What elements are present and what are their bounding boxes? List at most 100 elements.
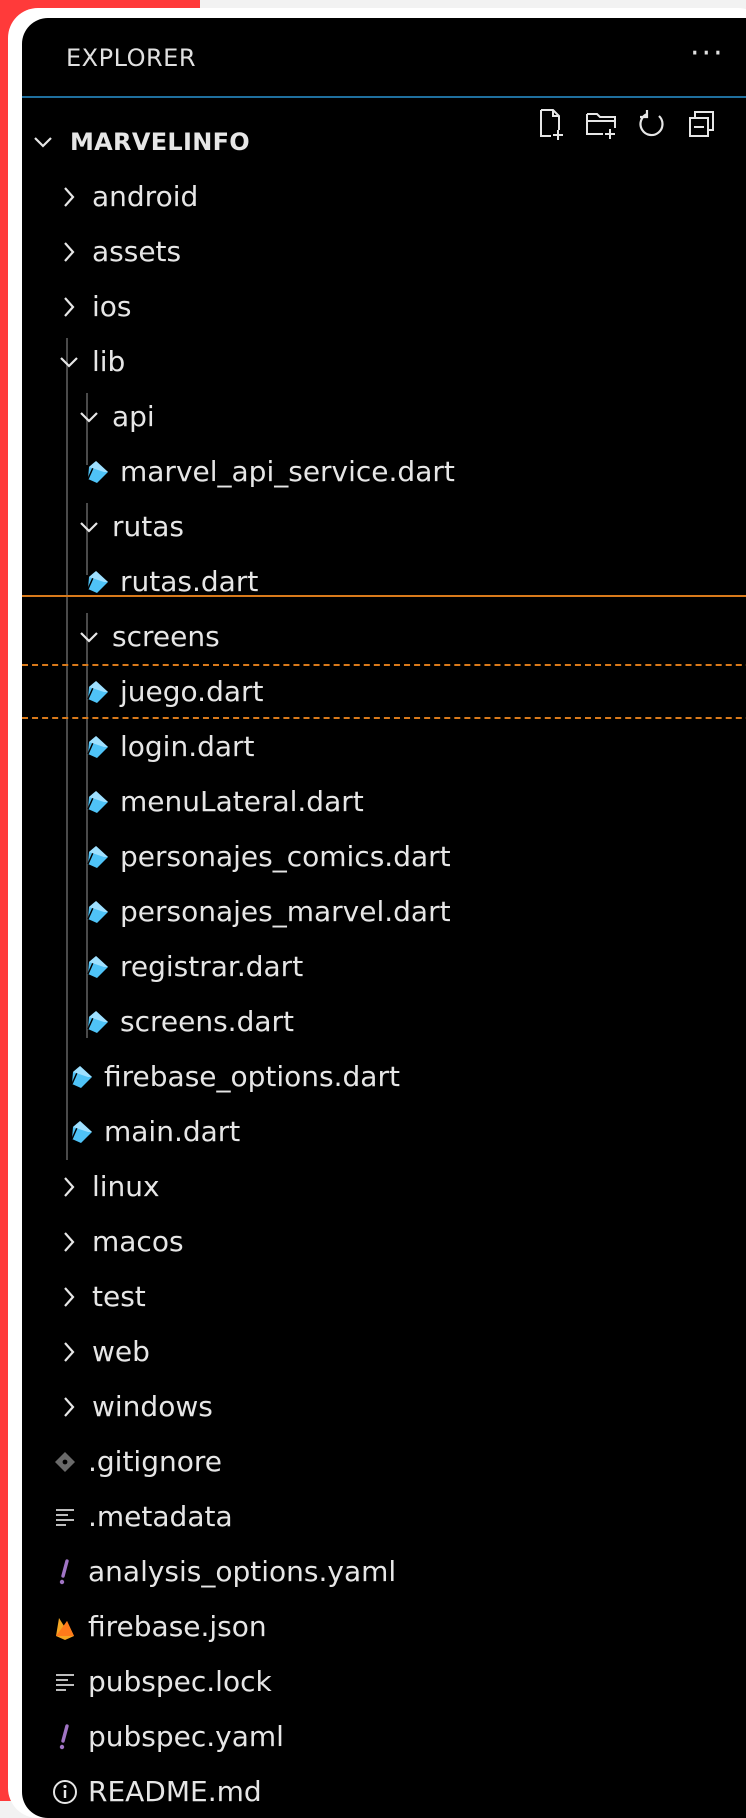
new-folder-icon[interactable] <box>584 106 620 142</box>
file-label: firebase_options.dart <box>104 1060 400 1093</box>
git-file-icon <box>52 1449 78 1475</box>
chevron-down-icon <box>76 624 102 650</box>
chevron-right-icon <box>56 1339 82 1365</box>
root-folder-label: MARVELINFO <box>70 127 251 156</box>
file-row[interactable]: .gitignore <box>22 1434 746 1489</box>
file-label: registrar.dart <box>120 950 304 983</box>
dart-file-icon <box>84 789 110 815</box>
explorer-title: EXPLORER <box>66 44 196 72</box>
chevron-down-icon <box>30 129 56 155</box>
more-actions-button[interactable]: ··· <box>690 36 725 71</box>
folder-row[interactable]: lib <box>22 334 746 389</box>
file-row[interactable]: screens.dart <box>22 994 746 1049</box>
folder-row[interactable]: assets <box>22 224 746 279</box>
dart-file-icon <box>68 1119 94 1145</box>
chevron-right-icon <box>56 1174 82 1200</box>
folder-label: macos <box>92 1225 184 1258</box>
explorer-panel: EXPLORER ··· MARVELINFO android assets ios… <box>22 18 746 1818</box>
file-label: README.md <box>88 1775 262 1808</box>
dart-file-icon <box>84 954 110 980</box>
folder-label: windows <box>92 1390 213 1423</box>
folder-row[interactable]: macos <box>22 1214 746 1269</box>
file-row[interactable]: analysis_options.yaml <box>22 1544 746 1599</box>
folder-row[interactable]: ios <box>22 279 746 334</box>
collapse-all-icon[interactable] <box>684 106 720 142</box>
file-label: personajes_marvel.dart <box>120 895 451 928</box>
file-label: login.dart <box>120 730 255 763</box>
file-label: pubspec.yaml <box>88 1720 284 1753</box>
folder-label: linux <box>92 1170 160 1203</box>
folder-label: rutas <box>112 510 184 543</box>
file-label: pubspec.lock <box>88 1665 272 1698</box>
folder-label: test <box>92 1280 146 1313</box>
chevron-down-icon <box>56 349 82 375</box>
folder-row[interactable]: windows <box>22 1379 746 1434</box>
new-file-icon[interactable] <box>534 106 570 142</box>
file-label: main.dart <box>104 1115 241 1148</box>
chevron-right-icon <box>56 1394 82 1420</box>
file-label: juego.dart <box>120 675 264 708</box>
chevron-right-icon <box>56 1284 82 1310</box>
chevron-right-icon <box>56 184 82 210</box>
file-row[interactable]: README.md <box>22 1764 746 1818</box>
chevron-right-icon <box>56 294 82 320</box>
explorer-toolbar <box>534 106 720 146</box>
file-label: .metadata <box>88 1500 233 1533</box>
file-label: analysis_options.yaml <box>88 1555 397 1588</box>
file-row[interactable]: menuLateral.dart <box>22 774 746 829</box>
dart-file-icon <box>84 569 110 595</box>
file-row[interactable]: pubspec.lock <box>22 1654 746 1709</box>
dart-file-icon <box>84 734 110 760</box>
dart-file-icon <box>68 1064 94 1090</box>
folder-label: api <box>112 400 155 433</box>
file-row[interactable]: personajes_comics.dart <box>22 829 746 884</box>
folder-row[interactable]: rutas <box>22 499 746 554</box>
file-row[interactable]: login.dart <box>22 719 746 774</box>
file-row[interactable]: firebase.json <box>22 1599 746 1654</box>
folder-row[interactable]: test <box>22 1269 746 1324</box>
folder-row[interactable]: screens <box>22 609 746 664</box>
file-row[interactable]: main.dart <box>22 1104 746 1159</box>
dart-file-icon <box>84 679 110 705</box>
chevron-down-icon <box>76 514 102 540</box>
file-label: personajes_comics.dart <box>120 840 451 873</box>
yaml-file-icon <box>52 1558 78 1585</box>
dart-file-icon <box>84 899 110 925</box>
folder-label: web <box>92 1335 150 1368</box>
folder-row[interactable]: linux <box>22 1159 746 1214</box>
file-row[interactable]: registrar.dart <box>22 939 746 994</box>
yaml-file-icon <box>52 1723 78 1750</box>
dart-file-icon <box>84 844 110 870</box>
folder-label: screens <box>112 620 220 653</box>
file-row[interactable]: marvel_api_service.dart <box>22 444 746 499</box>
file-row[interactable]: personajes_marvel.dart <box>22 884 746 939</box>
refresh-icon[interactable] <box>634 106 670 142</box>
folder-label: lib <box>92 345 126 378</box>
file-row[interactable]: pubspec.yaml <box>22 1709 746 1764</box>
folder-label: ios <box>92 290 132 323</box>
file-row[interactable]: .metadata <box>22 1489 746 1544</box>
folder-row[interactable]: android <box>22 169 746 224</box>
file-label: rutas.dart <box>120 565 259 598</box>
dart-file-icon <box>84 459 110 485</box>
folder-label: android <box>92 180 199 213</box>
folder-label: assets <box>92 235 182 268</box>
dart-file-icon <box>84 1009 110 1035</box>
file-label: marvel_api_service.dart <box>120 455 455 488</box>
folder-row[interactable]: api <box>22 389 746 444</box>
file-label: firebase.json <box>88 1610 267 1643</box>
text-file-icon <box>52 1504 78 1530</box>
file-label: menuLateral.dart <box>120 785 364 818</box>
file-row[interactable]: rutas.dart <box>22 554 746 609</box>
file-label: .gitignore <box>88 1445 222 1478</box>
file-row[interactable]: juego.dart <box>22 664 746 719</box>
file-label: screens.dart <box>120 1005 294 1038</box>
text-file-icon <box>52 1669 78 1695</box>
folder-row[interactable]: web <box>22 1324 746 1379</box>
chevron-right-icon <box>56 1229 82 1255</box>
explorer-header: EXPLORER ··· <box>22 18 746 98</box>
file-row[interactable]: firebase_options.dart <box>22 1049 746 1104</box>
chevron-right-icon <box>56 239 82 265</box>
firebase-file-icon <box>52 1614 78 1640</box>
chevron-down-icon <box>76 404 102 430</box>
